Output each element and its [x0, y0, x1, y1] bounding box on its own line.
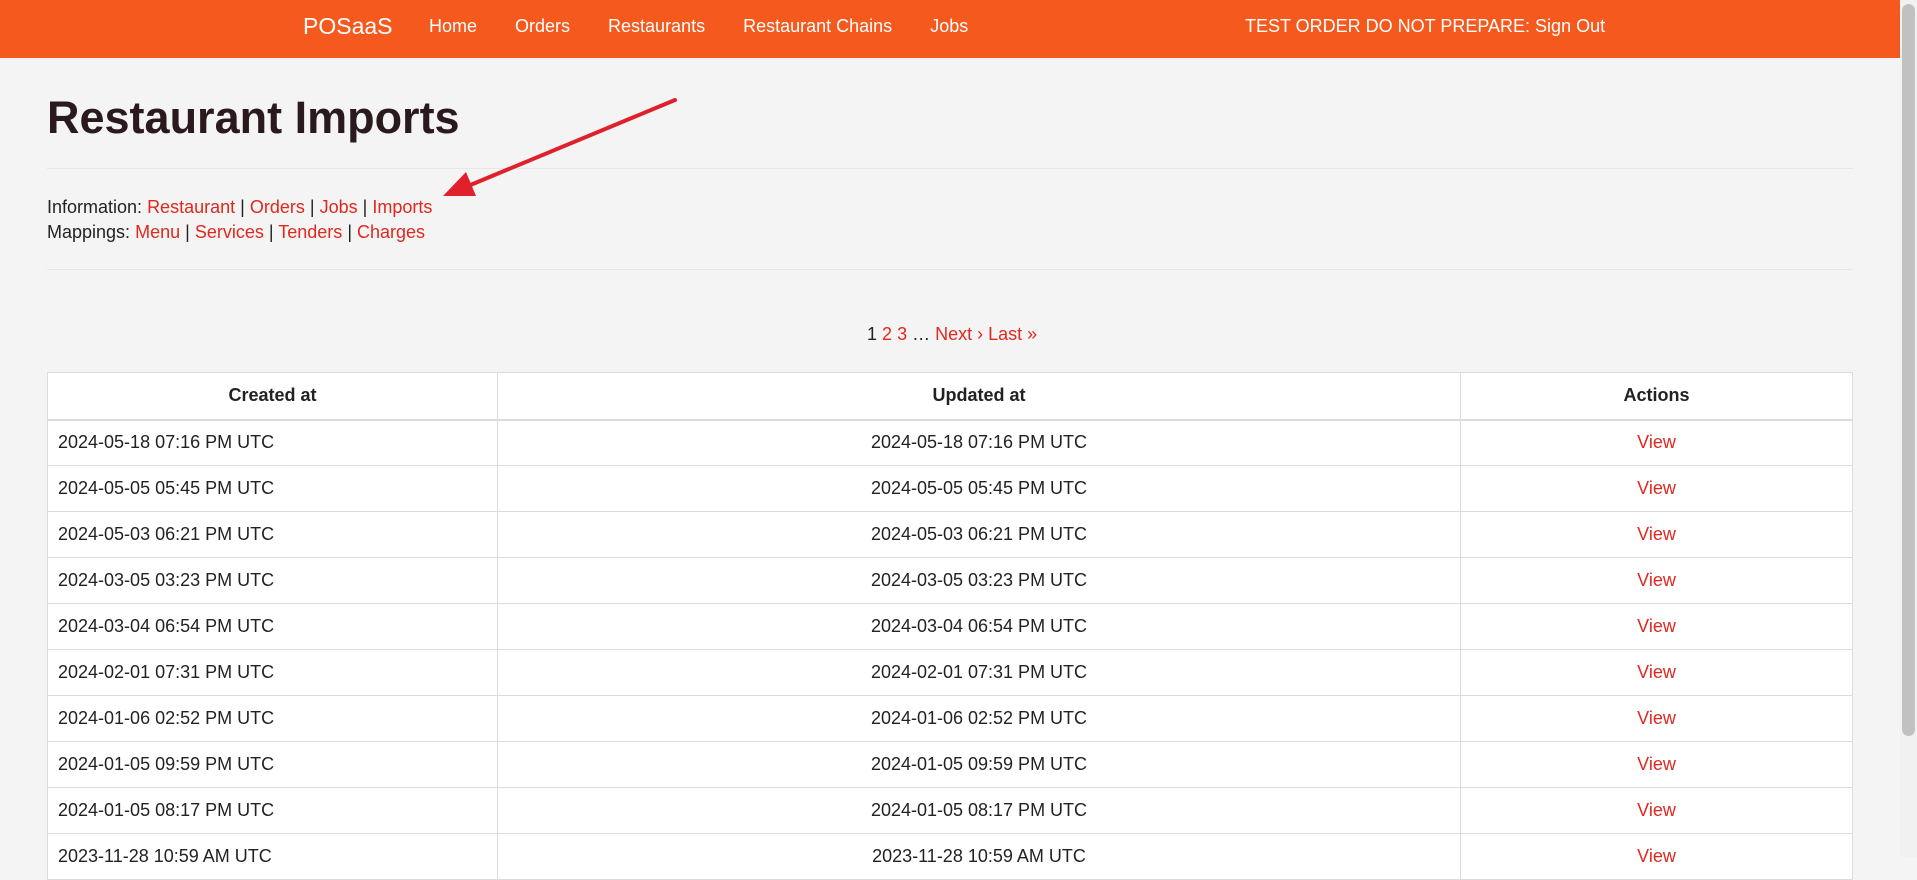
pagination-page-2[interactable]: 2 [882, 324, 892, 344]
view-link[interactable]: View [1637, 570, 1676, 590]
cell-actions: View [1460, 741, 1853, 788]
table-row: 2024-02-01 07:31 PM UTC 2024-02-01 07:31… [47, 649, 1853, 696]
scrollbar-thumb[interactable] [1902, 4, 1915, 736]
cell-created-at: 2024-02-01 07:31 PM UTC [47, 649, 498, 696]
table-row: 2024-05-03 06:21 PM UTC 2024-05-03 06:21… [47, 511, 1853, 558]
view-link[interactable]: View [1637, 754, 1676, 774]
cell-created-at: 2024-03-05 03:23 PM UTC [47, 557, 498, 604]
cell-created-at: 2024-05-18 07:16 PM UTC [47, 419, 498, 466]
cell-actions: View [1460, 419, 1853, 466]
separator: | [240, 197, 245, 217]
pagination-current: 1 [867, 324, 878, 344]
cell-actions: View [1460, 511, 1853, 558]
table-row: 2024-01-05 09:59 PM UTC 2024-01-05 09:59… [47, 741, 1853, 788]
view-link[interactable]: View [1637, 800, 1676, 820]
view-link[interactable]: View [1637, 616, 1676, 636]
cell-updated-at: 2024-02-01 07:31 PM UTC [497, 649, 1461, 696]
pagination-next[interactable]: Next › [935, 324, 983, 344]
cell-updated-at: 2024-05-05 05:45 PM UTC [497, 465, 1461, 512]
header-updated-at[interactable]: Updated at [497, 372, 1461, 421]
separator: | [185, 222, 190, 242]
table-row: 2024-05-18 07:16 PM UTC 2024-05-18 07:16… [47, 419, 1853, 466]
view-link[interactable]: View [1637, 432, 1676, 452]
separator: | [268, 222, 274, 242]
cell-actions: View [1460, 465, 1853, 512]
mapping-link-menu[interactable]: Menu [135, 222, 180, 242]
view-link[interactable]: View [1637, 524, 1676, 544]
view-link[interactable]: View [1637, 708, 1676, 728]
mappings-label: Mappings: [47, 222, 131, 242]
separator: | [347, 222, 352, 242]
view-link[interactable]: View [1637, 662, 1676, 682]
cell-updated-at: 2024-03-04 06:54 PM UTC [497, 603, 1461, 650]
info-link-restaurant[interactable]: Restaurant [147, 197, 235, 217]
mapping-link-charges[interactable]: Charges [357, 222, 425, 242]
separator: | [362, 197, 368, 217]
separator: | [309, 197, 315, 217]
sign-out-link[interactable]: TEST ORDER DO NOT PREPARE: Sign Out [1245, 16, 1605, 37]
cell-created-at: 2024-03-04 06:54 PM UTC [47, 603, 498, 650]
view-link[interactable]: View [1637, 478, 1676, 498]
cell-updated-at: 2024-01-06 02:52 PM UTC [497, 695, 1461, 742]
header-created-at[interactable]: Created at [47, 372, 498, 421]
mapping-link-tenders[interactable]: Tenders [278, 222, 342, 242]
info-link-jobs[interactable]: Jobs [320, 197, 358, 217]
table-row: 2024-01-06 02:52 PM UTC 2024-01-06 02:52… [47, 695, 1853, 742]
mappings-links: Mappings: Menu | Services | Tenders | Ch… [47, 222, 425, 243]
cell-created-at: 2024-01-06 02:52 PM UTC [47, 695, 498, 742]
table-row: 2024-01-05 08:17 PM UTC 2024-01-05 08:17… [47, 787, 1853, 834]
nav-home[interactable]: Home [429, 16, 477, 37]
cell-created-at: 2024-01-05 08:17 PM UTC [47, 787, 498, 834]
mapping-link-services[interactable]: Services [195, 222, 264, 242]
scrollbar[interactable] [1900, 0, 1917, 857]
cell-created-at: 2024-05-05 05:45 PM UTC [47, 465, 498, 512]
info-link-imports[interactable]: Imports [372, 197, 432, 217]
information-links: Information: Restaurant | Orders | Jobs … [47, 197, 432, 218]
table-row: 2024-03-04 06:54 PM UTC 2024-03-04 06:54… [47, 603, 1853, 650]
nav-restaurants[interactable]: Restaurants [608, 16, 705, 37]
info-link-orders[interactable]: Orders [250, 197, 305, 217]
view-link[interactable]: View [1637, 846, 1676, 866]
table-row: 2024-05-05 05:45 PM UTC 2024-05-05 05:45… [47, 465, 1853, 512]
table-row: 2024-03-05 03:23 PM UTC 2024-03-05 03:23… [47, 557, 1853, 604]
cell-actions: View [1460, 603, 1853, 650]
cell-actions: View [1460, 557, 1853, 604]
table-header-row: Created at Updated at Actions [47, 372, 1853, 421]
information-label: Information: [47, 197, 143, 217]
nav-jobs[interactable]: Jobs [930, 16, 968, 37]
nav-links: Home Orders Restaurants Restaurant Chain… [429, 16, 968, 37]
cell-created-at: 2024-05-03 06:21 PM UTC [47, 511, 498, 558]
nav-orders[interactable]: Orders [515, 16, 570, 37]
cell-updated-at: 2024-05-03 06:21 PM UTC [497, 511, 1461, 558]
pagination-ellipsis: … [912, 324, 931, 344]
header-actions: Actions [1460, 372, 1853, 421]
pagination: 1 2 3 … Next › Last » [867, 324, 1037, 345]
cell-updated-at: 2024-03-05 03:23 PM UTC [497, 557, 1461, 604]
top-navbar: POSaaS Home Orders Restaurants Restauran… [0, 0, 1900, 58]
divider [47, 168, 1853, 169]
imports-table: Created at Updated at Actions 2024-05-18… [47, 372, 1853, 880]
cell-actions: View [1460, 695, 1853, 742]
cell-actions: View [1460, 787, 1853, 834]
cell-updated-at: 2024-01-05 08:17 PM UTC [497, 787, 1461, 834]
page-title: Restaurant Imports [47, 92, 460, 143]
divider [47, 269, 1853, 270]
pagination-last[interactable]: Last » [988, 324, 1037, 344]
cell-created-at: 2024-01-05 09:59 PM UTC [47, 741, 498, 788]
cell-actions: View [1460, 649, 1853, 696]
brand-link[interactable]: POSaaS [303, 13, 393, 40]
nav-restaurant-chains[interactable]: Restaurant Chains [743, 16, 892, 37]
cell-updated-at: 2024-01-05 09:59 PM UTC [497, 741, 1461, 788]
pagination-page-3[interactable]: 3 [897, 324, 907, 344]
cell-updated-at: 2024-05-18 07:16 PM UTC [497, 419, 1461, 466]
